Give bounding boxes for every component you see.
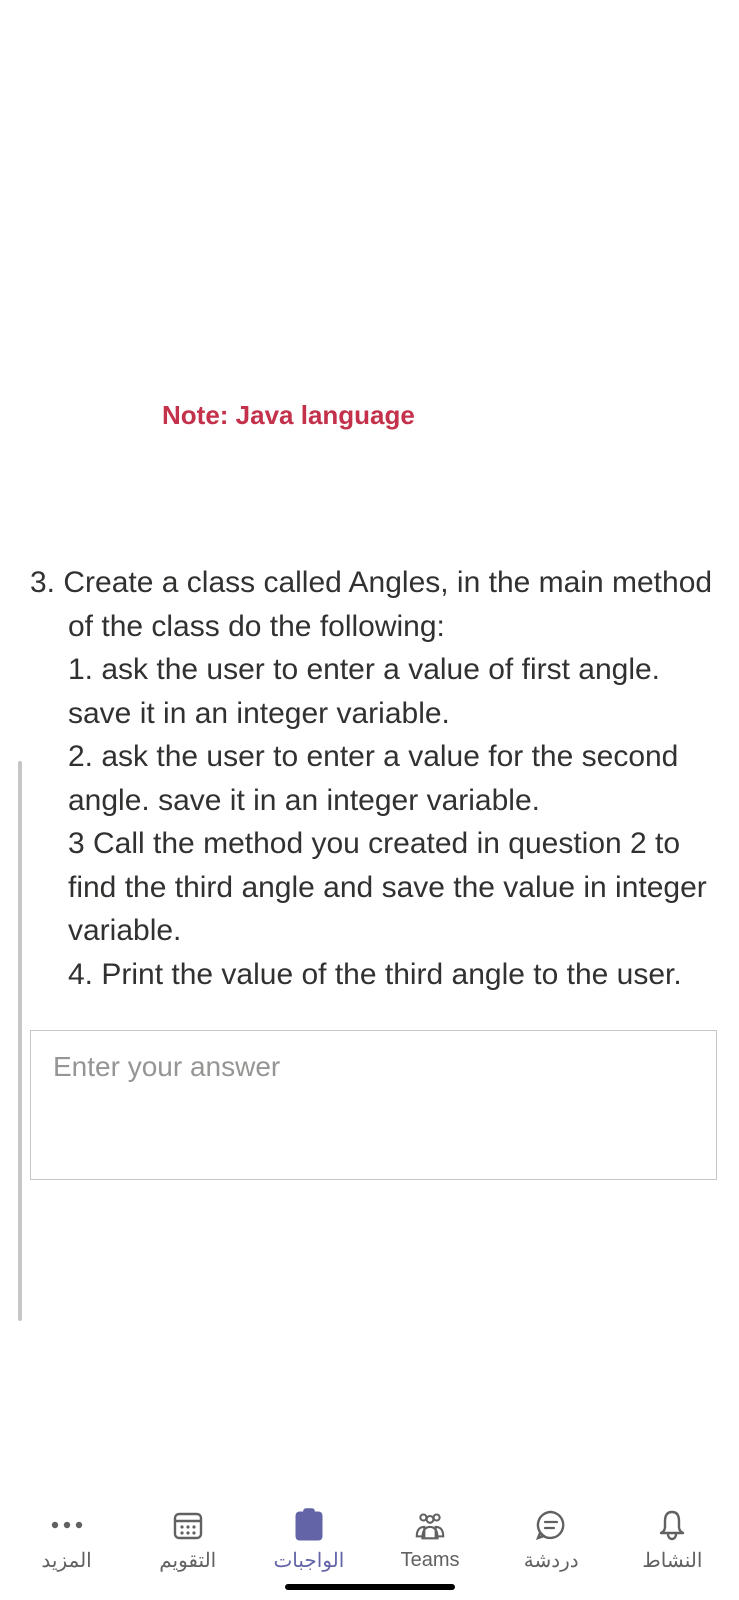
- bell-icon: [655, 1508, 689, 1542]
- more-icon: [50, 1508, 84, 1542]
- question-step-2: 2. ask the user to enter a value for the…: [68, 735, 717, 822]
- question-intro: Create a class called Angles, in the mai…: [63, 566, 712, 643]
- tab-calendar[interactable]: التقويم: [133, 1508, 243, 1573]
- tab-chat[interactable]: دردشة: [496, 1508, 606, 1573]
- spacer-top: [30, 0, 717, 400]
- bottom-tab-bar: المزيد التقويم: [0, 1488, 739, 1600]
- question-block: 3. Create a class called Angles, in the …: [30, 561, 717, 996]
- question-step-3: 3 Call the method you created in questio…: [68, 822, 717, 953]
- tab-more-label: المزيد: [41, 1548, 91, 1573]
- tab-assignments-label: الواجبات: [273, 1548, 344, 1573]
- tab-chat-label: دردشة: [524, 1548, 579, 1573]
- scroll-indicator: [18, 761, 22, 1321]
- note-text: Note: Java language: [162, 400, 717, 431]
- answer-input[interactable]: [53, 1051, 694, 1159]
- home-indicator[interactable]: [285, 1584, 455, 1590]
- assignments-icon: [292, 1508, 326, 1542]
- question-number: 3.: [30, 566, 55, 599]
- question-step-1: 1. ask the user to enter a value of firs…: [68, 648, 717, 735]
- chat-icon: [534, 1508, 568, 1542]
- tab-more[interactable]: المزيد: [12, 1508, 122, 1573]
- teams-icon: [413, 1509, 447, 1543]
- tab-teams-label: Teams: [401, 1549, 460, 1572]
- assignment-content[interactable]: Note: Java language 3. Create a class ca…: [0, 0, 739, 1488]
- calendar-icon: [171, 1508, 205, 1542]
- tab-activity-label: النشاط: [642, 1548, 702, 1573]
- tab-activity[interactable]: النشاط: [617, 1508, 727, 1573]
- tab-calendar-label: التقويم: [159, 1548, 216, 1573]
- tab-teams[interactable]: Teams: [375, 1509, 485, 1572]
- question-step-4: 4. Print the value of the third angle to…: [68, 953, 717, 997]
- tab-assignments[interactable]: الواجبات: [254, 1508, 364, 1573]
- answer-box[interactable]: [30, 1030, 717, 1180]
